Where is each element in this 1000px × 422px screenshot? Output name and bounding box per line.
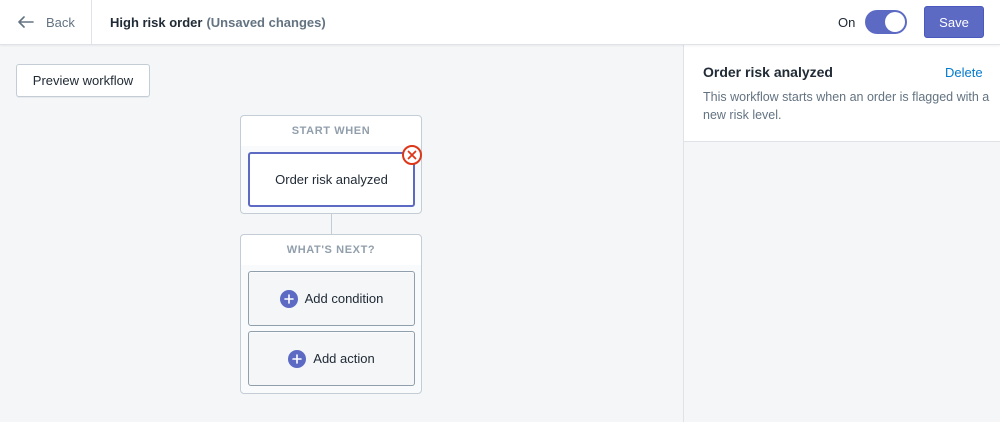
trigger-description: This workflow starts when an order is fl… bbox=[703, 90, 990, 122]
trigger-order-risk-analyzed[interactable]: Order risk analyzed bbox=[248, 145, 422, 207]
arrow-left-icon bbox=[18, 16, 34, 28]
add-action-button[interactable]: Add action bbox=[248, 331, 415, 386]
toggle-knob bbox=[885, 12, 906, 32]
preview-workflow-button[interactable]: Preview workflow bbox=[16, 64, 150, 97]
add-condition-button[interactable]: Add condition bbox=[248, 271, 415, 326]
trigger-details-card: Order risk analyzed Delete This workflow… bbox=[684, 45, 1000, 142]
details-sidebar: Order risk analyzed Delete This workflow… bbox=[683, 45, 1000, 422]
plus-circle-icon bbox=[279, 289, 298, 308]
add-condition-label: Add condition bbox=[304, 291, 384, 306]
save-button[interactable]: Save bbox=[924, 6, 984, 38]
remove-trigger-button[interactable] bbox=[402, 145, 422, 165]
workflow-on-toggle[interactable] bbox=[865, 10, 908, 34]
delete-trigger-link[interactable]: Delete bbox=[945, 65, 983, 80]
whats-next-header: WHAT'S NEXT? bbox=[241, 235, 421, 265]
start-when-header: START WHEN bbox=[241, 116, 421, 146]
workflow-name: High risk order bbox=[110, 14, 203, 30]
trigger-label: Order risk analyzed bbox=[275, 172, 388, 187]
toggle-label: On bbox=[838, 14, 856, 30]
start-when-card: START WHEN Order risk analyzed bbox=[240, 115, 422, 214]
connector-line bbox=[331, 214, 332, 234]
status-toggle-group: On bbox=[838, 0, 908, 44]
unsaved-status: (Unsaved changes) bbox=[206, 14, 326, 30]
top-bar: Back High risk order (Unsaved changes) O… bbox=[0, 0, 1000, 45]
trigger-details-title: Order risk analyzed bbox=[703, 64, 833, 80]
close-icon bbox=[407, 150, 417, 160]
whats-next-card: WHAT'S NEXT? Add condition Add action bbox=[240, 234, 422, 394]
back-button[interactable]: Back bbox=[0, 0, 92, 44]
add-action-label: Add action bbox=[313, 351, 375, 366]
back-label: Back bbox=[46, 14, 75, 30]
page-title: High risk order (Unsaved changes) bbox=[110, 0, 326, 44]
plus-circle-icon bbox=[288, 349, 307, 368]
